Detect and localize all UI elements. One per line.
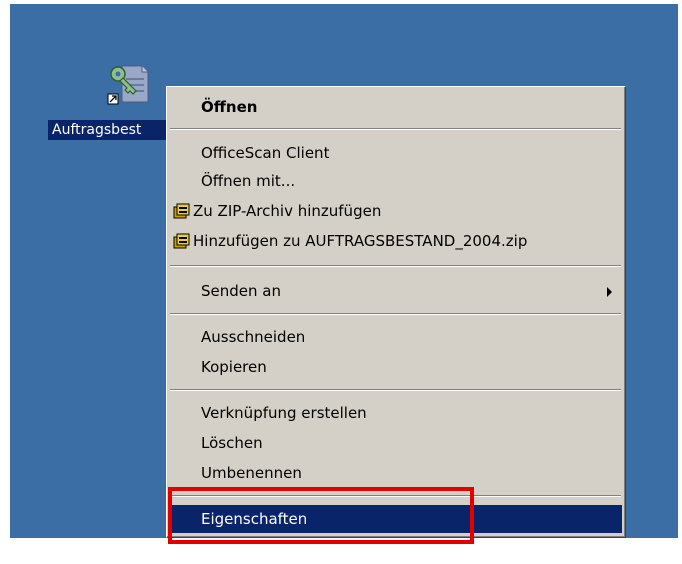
menu-separator	[170, 128, 621, 130]
menu-item-zip-add[interactable]: Zu ZIP-Archiv hinzufügen	[169, 197, 622, 225]
menu-item-kopieren[interactable]: Kopieren	[169, 353, 622, 381]
menu-separator	[170, 265, 621, 267]
shortcut-caption[interactable]: Auftragsbest	[48, 120, 178, 140]
submenu-arrow-icon	[607, 287, 612, 297]
highlight-annotation-box	[168, 487, 474, 544]
menu-item-oeffnen-mit[interactable]: Öffnen mit...	[169, 167, 622, 195]
menu-item-oeffnen[interactable]: Öffnen	[169, 93, 622, 121]
context-menu: Öffnen OfficeScan Client Öffnen mit... Z…	[166, 86, 626, 538]
menu-separator	[170, 313, 621, 315]
menu-item-umbenennen[interactable]: Umbenennen	[169, 459, 622, 487]
menu-item-add-to-zip-file[interactable]: Hinzufügen zu AUFTRAGSBESTAND_2004.zip	[169, 227, 622, 255]
menu-item-senden-an[interactable]: Senden an	[169, 277, 622, 305]
desktop-shortcut[interactable]: Auftragsbest	[48, 54, 178, 144]
menu-item-officescan-client[interactable]: OfficeScan Client	[169, 139, 622, 167]
menu-separator	[170, 389, 621, 391]
menu-item-ausschneiden[interactable]: Ausschneiden	[169, 323, 622, 351]
key-document-shortcut-icon	[107, 65, 149, 105]
menu-item-verknuepfung-erstellen[interactable]: Verknüpfung erstellen	[169, 399, 622, 427]
menu-item-loeschen[interactable]: Löschen	[169, 429, 622, 457]
winzip-icon	[173, 203, 190, 219]
winzip-icon	[173, 233, 190, 249]
